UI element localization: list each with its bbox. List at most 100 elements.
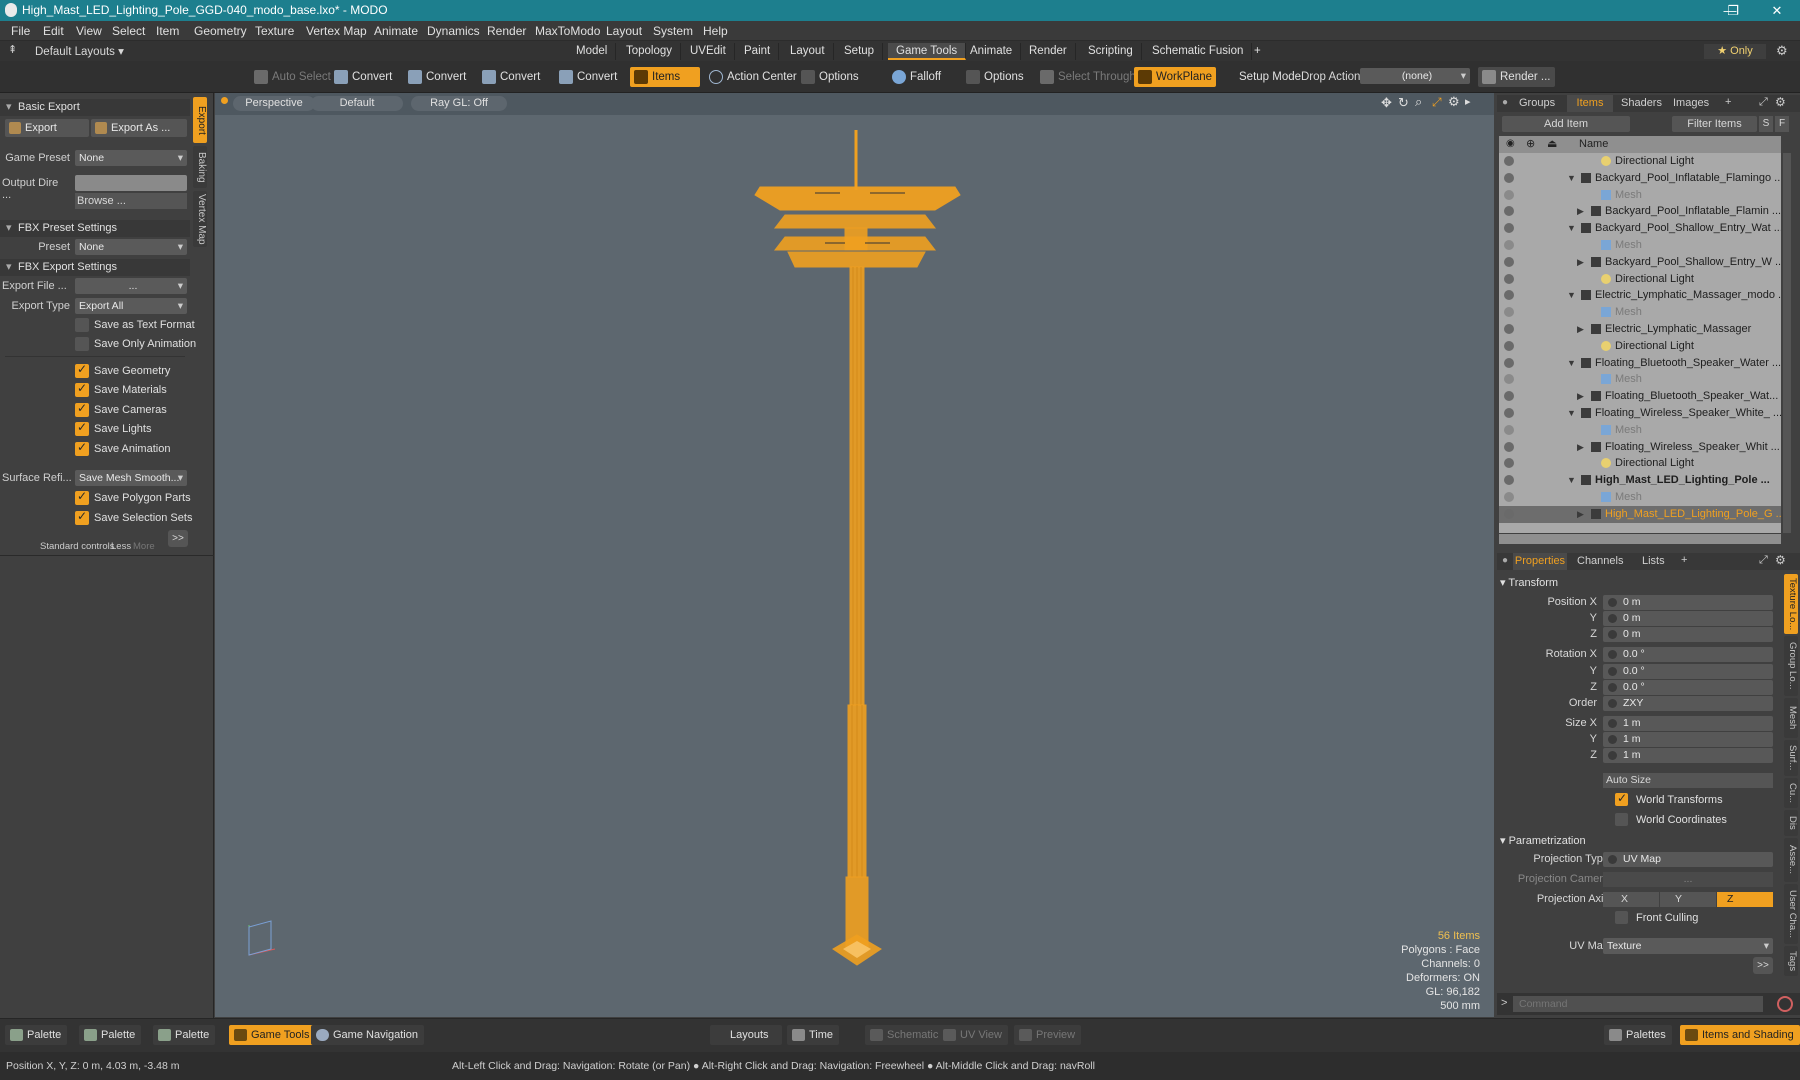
visibility-eye-icon[interactable] — [1504, 508, 1514, 519]
item-tree-row[interactable]: Mesh — [1499, 304, 1781, 321]
item-tree-row[interactable]: ▼ Backyard_Pool_Shallow_Entry_Wat ... — [1499, 220, 1781, 237]
preview-button[interactable]: Preview — [1014, 1025, 1082, 1045]
menu-animate[interactable]: Animate — [374, 24, 418, 38]
collapse-arrow-icon[interactable]: ▶ — [1577, 388, 1584, 404]
menu-geometry[interactable]: Geometry — [194, 24, 247, 38]
side-tab[interactable]: User Cha... — [1784, 884, 1798, 944]
visibility-eye-icon[interactable] — [1504, 290, 1514, 301]
auto-size-button[interactable]: Auto Size — [1603, 773, 1773, 788]
side-tab[interactable]: Cu... — [1784, 778, 1798, 808]
only-toggle[interactable]: ★ Only — [1704, 44, 1766, 59]
rotate-icon[interactable]: ↻ — [1398, 95, 1409, 111]
game-tools-button[interactable]: Game Tools — [229, 1025, 316, 1045]
save-only-animation-checkbox[interactable] — [75, 337, 89, 351]
save-as-text-checkbox[interactable] — [75, 318, 89, 332]
side-tab[interactable]: Tags — [1784, 946, 1798, 976]
add-item-dropdown[interactable]: Add Item — [1502, 116, 1630, 132]
side-tab[interactable]: Asse... — [1784, 838, 1798, 882]
save-animation-checkbox[interactable] — [75, 440, 89, 456]
world-transforms-checkbox[interactable] — [1615, 791, 1628, 806]
output-dir-field[interactable] — [75, 175, 187, 191]
command-input[interactable] — [1513, 996, 1763, 1012]
side-tab[interactable]: Dis — [1784, 810, 1798, 836]
items-mode-button[interactable]: Items — [630, 67, 700, 87]
save-lights-checkbox[interactable] — [75, 420, 89, 436]
world-coordinates-checkbox[interactable] — [1615, 813, 1628, 826]
tree-scrollbar-vertical[interactable] — [1783, 153, 1791, 533]
visibility-eye-icon[interactable] — [1504, 475, 1514, 486]
tab-animate[interactable]: Animate — [962, 43, 1022, 60]
tab-uvedit[interactable]: UVEdit — [682, 43, 735, 60]
workplane-button[interactable]: WorkPlane — [1134, 67, 1217, 87]
name-column-header[interactable]: Name — [1579, 138, 1608, 150]
maximize-button[interactable]: ❐ — [1710, 0, 1756, 21]
tab-images[interactable]: Images — [1673, 97, 1709, 109]
menu-render[interactable]: Render — [487, 24, 526, 38]
menu-file[interactable]: File — [11, 24, 30, 38]
item-tree-row[interactable]: Mesh — [1499, 422, 1781, 439]
item-tree-row[interactable]: ▶ Backyard_Pool_Shallow_Entry_W ... — [1499, 254, 1781, 271]
add-tab-icon[interactable]: + — [1725, 96, 1731, 108]
schematic-button[interactable]: Schematic — [865, 1025, 945, 1045]
item-tree-row[interactable]: ▼ High_Mast_LED_Lighting_Pole ... — [1499, 472, 1781, 489]
menu-item[interactable]: Item — [156, 24, 179, 38]
game-preset-dropdown[interactable]: None — [75, 150, 187, 166]
record-icon[interactable] — [1777, 996, 1793, 1012]
visibility-eye-icon[interactable] — [1504, 408, 1514, 418]
tab-paint[interactable]: Paint — [736, 43, 780, 60]
projection-type-dropdown[interactable]: UV Map — [1603, 852, 1773, 867]
panel-gear-icon[interactable]: ⚙ — [1775, 553, 1786, 567]
visibility-eye-icon[interactable] — [1504, 273, 1514, 284]
tab-properties[interactable]: Properties — [1513, 553, 1567, 570]
visibility-eye-icon[interactable] — [1504, 340, 1514, 351]
tab-scripting[interactable]: Scripting — [1080, 43, 1142, 60]
tab-lists[interactable]: Lists — [1642, 555, 1665, 567]
visibility-eye-icon[interactable] — [1504, 424, 1514, 435]
visibility-eye-icon[interactable] — [1504, 374, 1514, 385]
tree-scrollbar-horizontal[interactable] — [1499, 534, 1781, 544]
expand-arrow-icon[interactable]: ▼ — [1567, 220, 1576, 236]
add-tab-icon[interactable]: + — [1681, 554, 1687, 566]
layouts-button[interactable]: Layouts — [710, 1025, 782, 1045]
uv-view-button[interactable]: UV View — [938, 1025, 1008, 1045]
collapse-arrow-icon[interactable]: ▶ — [1577, 321, 1584, 337]
collapse-arrow-icon[interactable]: ▶ — [1577, 506, 1584, 522]
save-geometry-checkbox[interactable] — [75, 362, 89, 378]
item-tree-row[interactable]: ▼ Floating_Wireless_Speaker_White_ ... — [1499, 405, 1781, 422]
menu-dynamics[interactable]: Dynamics — [427, 24, 480, 38]
item-tree-row[interactable]: Mesh — [1499, 371, 1781, 388]
palette-button-1[interactable]: Palette — [5, 1025, 68, 1045]
tab-shaders[interactable]: Shaders — [1621, 97, 1662, 109]
filter-f-button[interactable]: F — [1775, 116, 1789, 132]
filter-items-input[interactable]: Filter Items — [1672, 116, 1757, 132]
time-button[interactable]: Time — [787, 1025, 840, 1045]
item-tree-row[interactable]: ▼ Backyard_Pool_Inflatable_Flamingo ... — [1499, 170, 1781, 187]
expand-arrow-icon[interactable]: ▼ — [1567, 472, 1576, 488]
tab-topology[interactable]: Topology — [618, 43, 682, 60]
basic-export-header[interactable]: Basic Export — [0, 99, 190, 116]
maximize-icon[interactable]: ⤢ — [1759, 96, 1768, 109]
options-button-1[interactable]: Options — [797, 67, 863, 87]
more-link[interactable]: More — [133, 541, 155, 552]
fbx-export-settings-header[interactable]: FBX Export Settings — [0, 259, 190, 276]
visibility-eye-icon[interactable] — [1504, 206, 1514, 217]
expand-arrow-icon[interactable]: ▼ — [1567, 355, 1576, 371]
palette-button-2[interactable]: Palette — [79, 1025, 142, 1045]
save-materials-checkbox[interactable] — [75, 381, 89, 397]
tab-baking-vertical[interactable]: Baking — [193, 146, 207, 188]
visibility-eye-icon[interactable] — [1504, 172, 1514, 183]
layout-collapse-icon[interactable]: ⇞ — [8, 43, 17, 56]
default-layouts-dropdown[interactable]: Default Layouts ▾ — [35, 44, 124, 58]
game-navigation-button[interactable]: Game Navigation — [311, 1025, 424, 1045]
viewport-more-icon[interactable]: ▸ — [1465, 95, 1471, 108]
tab-vertex-map-vertical[interactable]: Vertex Map — [193, 191, 207, 247]
maximize-icon[interactable]: ⤢ — [1759, 554, 1768, 567]
order-dropdown[interactable]: ZXY — [1603, 696, 1773, 711]
collapse-arrow-icon[interactable]: ▶ — [1577, 203, 1584, 219]
size-y-field[interactable]: 1 m — [1603, 732, 1773, 747]
side-tab[interactable]: Surf... — [1784, 740, 1798, 776]
pan-icon[interactable]: ✥ — [1381, 95, 1392, 111]
menu-edit[interactable]: Edit — [43, 24, 64, 38]
panel-dot-icon[interactable]: ● — [1502, 97, 1508, 108]
item-tree-row[interactable]: ▶ High_Mast_LED_Lighting_Pole_G ... — [1499, 505, 1781, 523]
